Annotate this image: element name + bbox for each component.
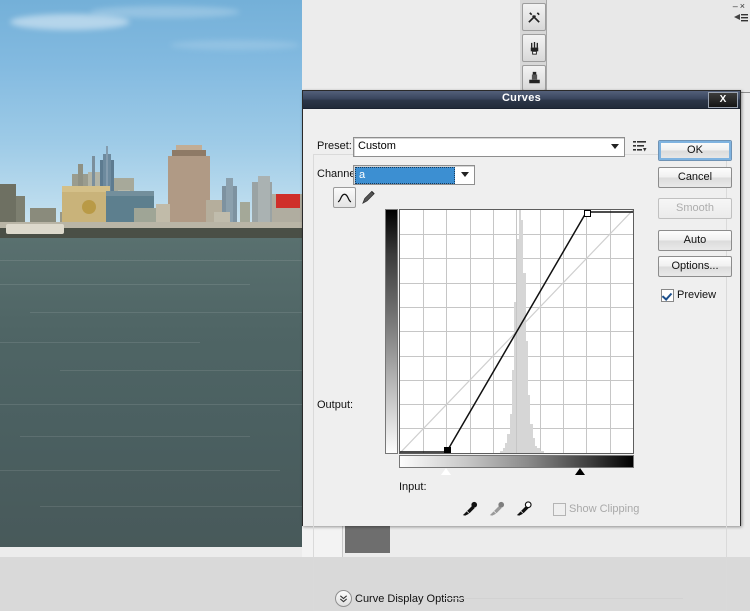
set-white-point-eyedropper[interactable] — [515, 500, 532, 517]
preset-value: Custom — [358, 140, 396, 152]
chevron-double-down-icon[interactable] — [335, 590, 352, 607]
set-gray-point-eyedropper[interactable] — [488, 500, 505, 517]
close-button[interactable]: X — [708, 92, 738, 108]
tools-icon[interactable] — [522, 3, 546, 31]
ok-button[interactable]: OK — [658, 140, 732, 161]
preset-menu-icon[interactable] — [633, 139, 647, 153]
white-point-slider[interactable] — [575, 468, 585, 475]
preview-checkbox[interactable] — [661, 289, 674, 302]
dialog-title: Curves — [501, 92, 542, 104]
image-canvas[interactable] — [0, 0, 302, 547]
channel-selected-value[interactable]: a — [355, 167, 455, 184]
tool-dock[interactable] — [520, 0, 547, 92]
minimize-icon[interactable]: – — [733, 1, 740, 11]
cancel-button[interactable]: Cancel — [658, 167, 732, 188]
tone-curve-line[interactable] — [400, 210, 633, 453]
brush-icon[interactable] — [522, 34, 546, 62]
cloud — [10, 14, 130, 30]
preset-label: Preset: — [317, 140, 352, 152]
channel-dropdown[interactable]: a — [353, 165, 475, 185]
smooth-button: Smooth — [658, 198, 732, 219]
skyline — [0, 145, 302, 230]
panel-menu-icon[interactable] — [734, 12, 748, 24]
options-button[interactable]: Options... — [658, 256, 732, 277]
panel-window-controls[interactable]: –× — [733, 1, 747, 11]
stamp-icon[interactable] — [522, 65, 546, 91]
cloud — [170, 40, 300, 50]
channel-value-text: a — [359, 169, 366, 181]
close-icon[interactable]: × — [740, 1, 747, 11]
dialog-titlebar[interactable]: Curves X — [303, 91, 740, 109]
dialog-body: Preset: Custom Channel: a Output: Input:… — [303, 109, 740, 611]
input-label: Input: — [399, 481, 427, 493]
boat — [6, 224, 64, 234]
output-gradient-bar — [385, 209, 398, 454]
curve-point-tool[interactable] — [333, 187, 356, 208]
input-gradient-bar — [399, 455, 634, 468]
curve-control-point[interactable] — [584, 210, 591, 217]
preview-label: Preview — [677, 289, 717, 301]
output-label: Output: — [317, 399, 354, 411]
section-divider — [443, 598, 683, 599]
set-black-point-eyedropper[interactable] — [461, 500, 478, 517]
auto-button[interactable]: Auto — [658, 230, 732, 251]
billboard — [276, 194, 300, 208]
preset-dropdown[interactable]: Custom — [353, 137, 625, 157]
show-clipping-checkbox[interactable] — [553, 503, 566, 516]
chevron-down-icon[interactable] — [606, 139, 623, 153]
curve-control-point[interactable] — [444, 447, 451, 453]
pencil-tool[interactable] — [357, 187, 380, 208]
water-region — [0, 238, 302, 547]
photoshop-panel-group[interactable]: –× Navigator Histogram × Info — [520, 0, 750, 93]
curve-graph[interactable] — [399, 209, 634, 454]
chevron-down-icon[interactable] — [456, 167, 473, 181]
black-point-slider[interactable] — [441, 468, 451, 475]
cloud — [90, 6, 240, 18]
curves-dialog[interactable]: Curves X Preset: Custom Channel: a Outpu… — [302, 90, 741, 611]
show-clipping-label: Show Clipping — [569, 503, 640, 515]
curve-display-options-label[interactable]: Curve Display Options — [355, 593, 464, 605]
photoshop-desktop: –× Navigator Histogram × Info — [0, 0, 750, 611]
